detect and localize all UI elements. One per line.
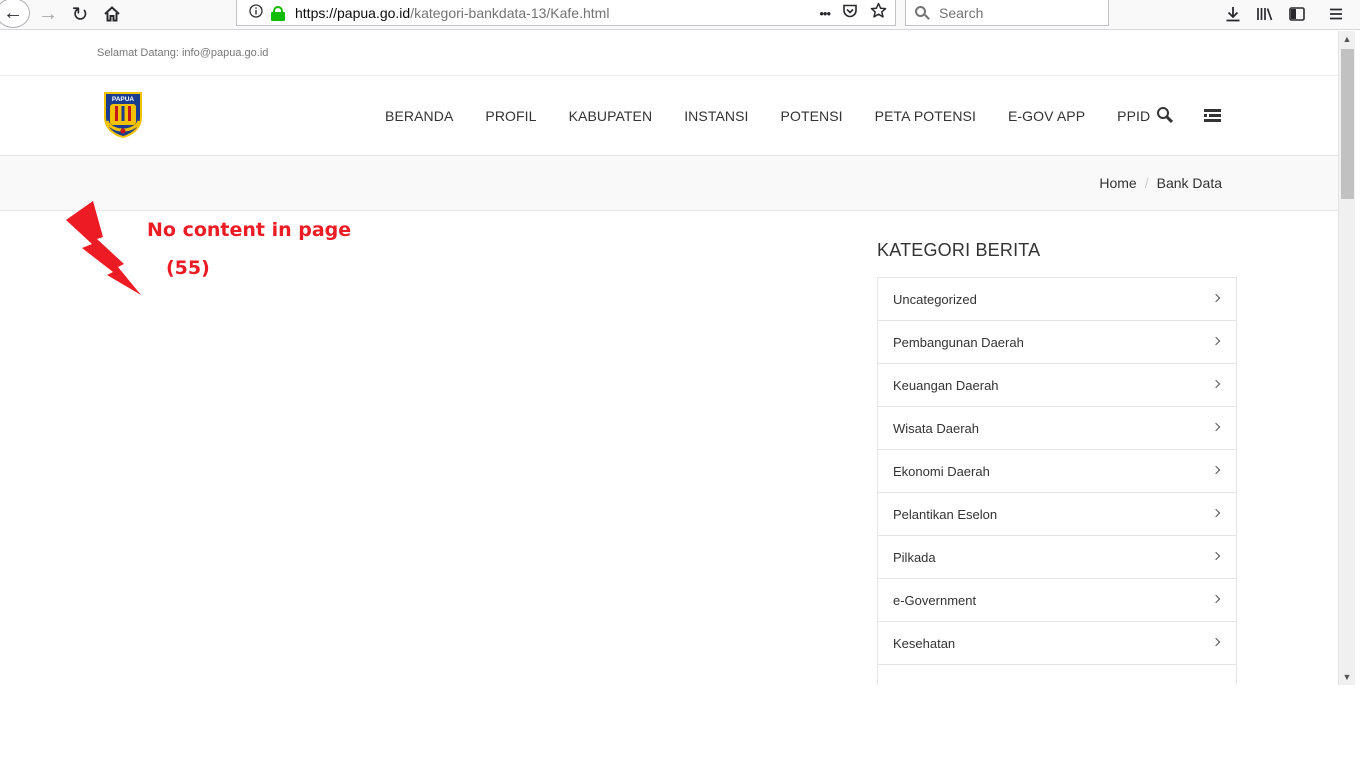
category-item-keuangan-daerah[interactable]: Keuangan Daerah <box>878 364 1236 407</box>
hamburger-menu-icon <box>1330 8 1342 20</box>
category-label: Uncategorized <box>893 291 977 307</box>
main-nav: BERANDA PROFIL KABUPATEN INSTANSI POTENS… <box>385 76 1182 156</box>
arrow-left-icon: ← <box>3 1 23 24</box>
welcome-text: Selamat Datang: info@papua.go.id <box>97 47 269 59</box>
papua-logo[interactable]: PAPUA <box>101 91 145 139</box>
nav-item-egov-app[interactable]: E-GOV APP <box>1008 108 1085 124</box>
web-page: Selamat Datang: info@papua.go.id PAPUA B… <box>0 31 1338 685</box>
sidebar-icon <box>1289 7 1305 21</box>
home-icon <box>104 6 120 22</box>
download-icon <box>1226 7 1240 22</box>
back-button[interactable]: ← <box>0 0 30 28</box>
category-sidebar: KATEGORI BERITA Uncategorized Pembanguna… <box>877 240 1237 685</box>
chevron-right-icon <box>1211 422 1221 432</box>
arrow-right-icon: → <box>38 2 58 25</box>
url-path: /kategori-bankdata-13/Kafe.html <box>410 4 610 21</box>
nav-item-ppid[interactable]: PPID <box>1117 108 1150 124</box>
lightning-bolt-icon <box>66 201 141 295</box>
url-host: https://papua.go.id <box>295 4 411 21</box>
chevron-right-icon <box>1211 336 1221 346</box>
site-search-icon[interactable] <box>1157 107 1174 124</box>
reload-button[interactable]: ↻ <box>68 1 92 27</box>
nav-item-instansi[interactable]: INSTANSI <box>684 108 748 124</box>
annotation-overlay: No content in page (55) <box>62 201 362 301</box>
category-item-e-government[interactable]: e-Government <box>878 579 1236 622</box>
breadcrumb: Home / Bank Data <box>1099 175 1222 191</box>
page-scrollbar[interactable]: ▲ ▼ <box>1338 31 1355 685</box>
chevron-right-icon <box>1211 508 1221 518</box>
nav-item-profil[interactable]: PROFIL <box>485 108 536 124</box>
sidebar-button[interactable] <box>1285 2 1309 26</box>
search-icon <box>915 5 930 20</box>
chevron-right-icon <box>1211 551 1221 561</box>
chevron-right-icon <box>1211 637 1221 647</box>
category-label: Ekonomi Daerah <box>893 463 990 479</box>
chevron-right-icon <box>1211 379 1221 389</box>
download-button[interactable] <box>1221 2 1245 26</box>
scroll-up-arrow-icon[interactable]: ▲ <box>1342 34 1352 44</box>
chevron-right-icon <box>1211 594 1221 604</box>
scroll-down-arrow-icon[interactable]: ▼ <box>1342 672 1352 682</box>
browser-search-input[interactable] <box>939 4 1099 21</box>
category-label: Pilkada <box>893 549 936 565</box>
category-item-pelantikan-eselon[interactable]: Pelantikan Eselon <box>878 493 1236 536</box>
nav-item-peta-potensi[interactable]: PETA POTENSI <box>875 108 976 124</box>
site-header: PAPUA BERANDA PROFIL KABUPATEN INSTANSI … <box>0 76 1338 156</box>
annotation-text: No content in page <box>147 219 352 241</box>
nav-item-kabupaten[interactable]: KABUPATEN <box>569 108 653 124</box>
library-button[interactable] <box>1253 2 1277 26</box>
category-list: Uncategorized Pembangunan Daerah Keuanga… <box>877 277 1237 685</box>
top-bar: Selamat Datang: info@papua.go.id <box>0 31 1338 76</box>
bookmark-star-icon[interactable] <box>870 2 887 24</box>
category-item-uncategorized[interactable]: Uncategorized <box>878 278 1236 321</box>
sidebar-title: KATEGORI BERITA <box>877 240 1041 260</box>
nav-item-beranda[interactable]: BERANDA <box>385 108 453 124</box>
category-item-ekonomi-daerah[interactable]: Ekonomi Daerah <box>878 450 1236 493</box>
category-label: Pelantikan Eselon <box>893 506 998 522</box>
url-text[interactable]: https://papua.go.id/kategori-bankdata-13… <box>295 5 609 21</box>
lock-icon[interactable] <box>269 5 287 21</box>
forward-button[interactable]: → <box>36 1 60 27</box>
category-item-pilkada[interactable]: Pilkada <box>878 536 1236 579</box>
browser-toolbar: ← → ↻ https://papua.go.id/kategori-bankd… <box>0 0 1360 30</box>
category-item-wisata-daerah[interactable]: Wisata Daerah <box>878 407 1236 450</box>
category-label: e-Government <box>893 592 977 608</box>
category-label: Wisata Daerah <box>893 420 979 436</box>
url-bar[interactable]: https://papua.go.id/kategori-bankdata-13… <box>236 0 896 26</box>
category-label: Kesehatan <box>893 635 956 651</box>
library-icon <box>1257 8 1273 21</box>
breadcrumb-current: Bank Data <box>1156 175 1222 191</box>
logo-text: PAPUA <box>112 96 135 103</box>
breadcrumb-home[interactable]: Home <box>1099 175 1136 191</box>
chevron-right-icon <box>1211 465 1221 475</box>
chevron-right-icon <box>1211 293 1221 303</box>
category-item-partial[interactable] <box>878 665 1236 685</box>
side-menu-icon[interactable] <box>1204 109 1221 122</box>
breadcrumb-separator: / <box>1144 175 1149 191</box>
url-actions: ••• <box>819 2 887 24</box>
category-item-kesehatan[interactable]: Kesehatan <box>878 622 1236 665</box>
annotation-count: (55) <box>166 257 210 279</box>
home-button[interactable] <box>100 1 124 27</box>
browser-search-bar[interactable] <box>905 0 1109 26</box>
more-actions-icon[interactable]: ••• <box>819 6 831 21</box>
menu-button[interactable] <box>1324 2 1348 26</box>
category-item-pembangunan-daerah[interactable]: Pembangunan Daerah <box>878 321 1236 364</box>
category-label: Pembangunan Daerah <box>893 334 1024 350</box>
scroll-thumb[interactable] <box>1341 49 1354 199</box>
pocket-icon[interactable] <box>842 3 858 24</box>
info-icon[interactable] <box>245 4 267 21</box>
category-label: Keuangan Daerah <box>893 377 999 393</box>
reload-icon: ↻ <box>71 3 89 26</box>
nav-item-potensi[interactable]: POTENSI <box>781 108 843 124</box>
